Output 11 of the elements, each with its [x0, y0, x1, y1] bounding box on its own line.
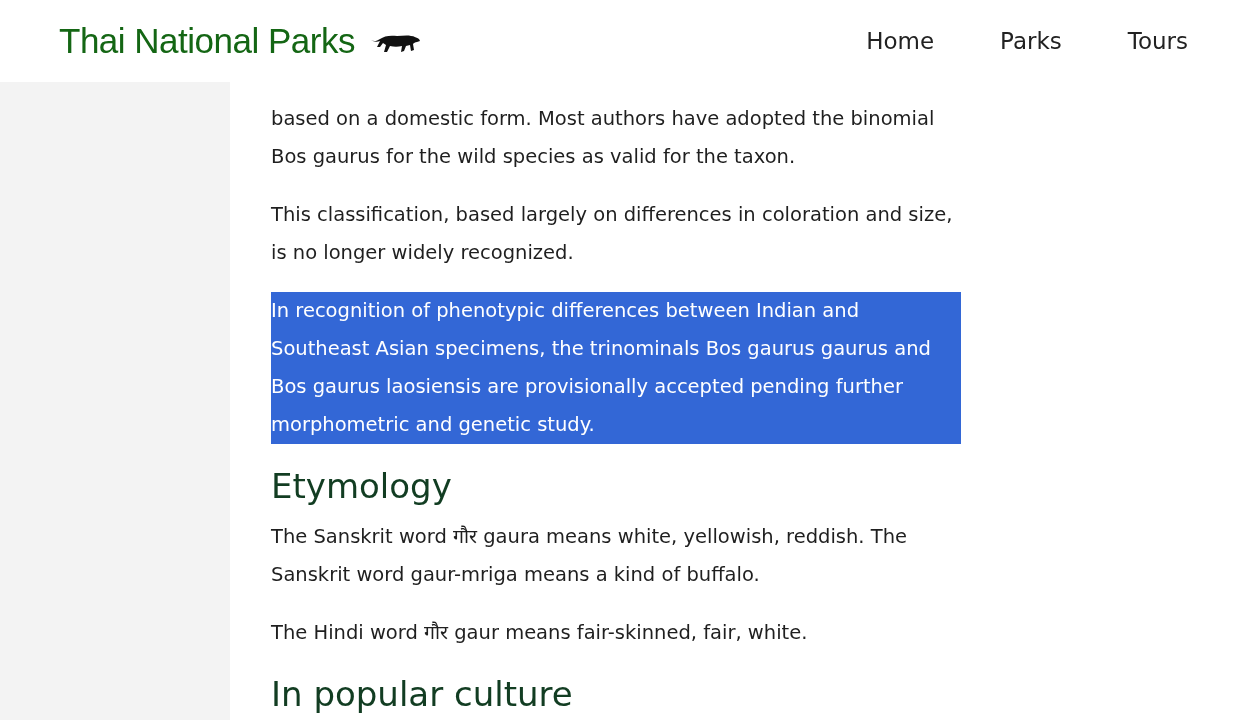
section-heading: In popular culture	[271, 673, 574, 716]
paragraph: The Hindi word गौर gaur means fair-skinned, fair, white.	[271, 620, 809, 646]
nav-link[interactable]: Home	[866, 23, 935, 59]
paragraph: The Sanskrit word गौर gaura means white, yellowish, reddish. The Sanskrit word gaur-mriga means a kind of buffalo.	[271, 524, 908, 588]
nav-link[interactable]: Tours	[1127, 23, 1188, 59]
section-heading: Etymology	[271, 465, 453, 508]
paragraph: based on a domestic form. Most authors have adopted the binomial Bos gaurus for the wild species as valid for the taxon.	[271, 106, 936, 170]
selected-paragraph: In recognition of phenotypic differences between Indian and Southeast Asian specimens, the trinominals Bos gaurus gaurus and Bos gaurus laosiensis are provisionally accepted pending further morphometric and genetic study.	[271, 292, 961, 444]
site-title[interactable]: Thai National Parks	[59, 14, 355, 68]
nav-link[interactable]: Parks	[1000, 23, 1062, 59]
paragraph: This classification, based largely on differences in coloration and size, is no longer widely recognized.	[271, 202, 954, 266]
